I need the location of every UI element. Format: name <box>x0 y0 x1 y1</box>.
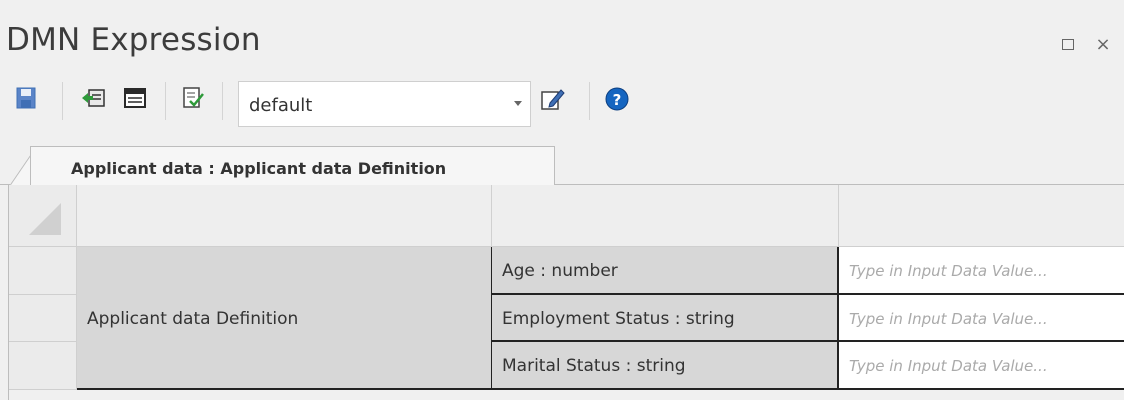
table-row-field[interactable]: Marital Status : string <box>492 342 839 390</box>
select-all-icon <box>29 203 61 235</box>
input-data-value-field[interactable]: Type in Input Data Value... <box>839 295 1124 342</box>
row-header[interactable] <box>9 295 77 342</box>
save-icon[interactable] <box>14 86 38 110</box>
chevron-down-icon[interactable] <box>514 101 522 106</box>
help-icon[interactable]: ? <box>604 86 629 111</box>
input-data-value-field[interactable]: Type in Input Data Value... <box>839 247 1124 295</box>
toolbar-separator <box>589 82 590 120</box>
window-title: DMN Expression <box>6 22 261 58</box>
row-header[interactable] <box>9 342 77 390</box>
expression-grid: Applicant data Definition Age : number E… <box>8 185 1124 400</box>
input-data-value-field[interactable]: Type in Input Data Value... <box>839 342 1124 390</box>
field-label: Marital Status : string <box>502 356 686 376</box>
column-header-field[interactable] <box>492 185 839 247</box>
toolbar: default ? <box>0 76 1124 128</box>
input-data-placeholder: Type in Input Data Value... <box>849 262 1048 280</box>
toolbar-separator <box>62 82 63 120</box>
definition-name: Applicant data Definition <box>87 309 299 329</box>
edit-icon[interactable] <box>540 86 565 110</box>
column-header-definition[interactable] <box>77 185 492 247</box>
validate-icon[interactable] <box>181 86 205 110</box>
title-bar: DMN Expression × <box>0 0 1124 72</box>
toolbar-separator <box>222 82 223 120</box>
definition-cell[interactable]: Applicant data Definition <box>77 247 492 390</box>
configuration-select-value: default <box>249 95 313 116</box>
tab-applicant-data[interactable]: Applicant data : Applicant data Definiti… <box>30 146 555 187</box>
input-data-placeholder: Type in Input Data Value... <box>849 357 1048 375</box>
input-data-placeholder: Type in Input Data Value... <box>849 310 1048 328</box>
svg-text:?: ? <box>613 91 622 109</box>
field-label: Employment Status : string <box>502 309 735 329</box>
configuration-select[interactable]: default <box>238 81 531 127</box>
restore-icon[interactable] <box>1058 34 1080 56</box>
tab-label: Applicant data : Applicant data Definiti… <box>71 159 447 178</box>
row-header[interactable] <box>9 247 77 295</box>
field-label: Age : number <box>502 261 618 281</box>
table-icon[interactable] <box>123 86 147 110</box>
table-row-field[interactable]: Employment Status : string <box>492 295 839 342</box>
tab-bar: Applicant data : Applicant data Definiti… <box>0 143 1124 187</box>
table-row-field[interactable]: Age : number <box>492 247 839 295</box>
close-icon[interactable]: × <box>1092 34 1114 56</box>
grid-corner[interactable] <box>9 185 77 247</box>
toolbar-separator <box>165 82 166 120</box>
column-header-value[interactable] <box>839 185 1124 247</box>
import-icon[interactable] <box>80 86 105 110</box>
